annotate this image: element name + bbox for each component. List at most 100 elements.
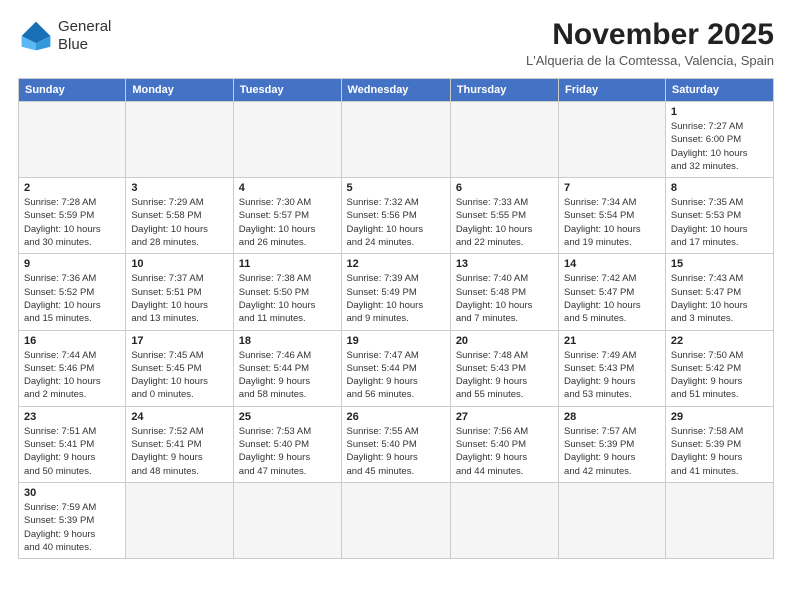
weekday-header-saturday: Saturday (665, 79, 773, 102)
weekday-header-thursday: Thursday (450, 79, 558, 102)
calendar-cell: 8Sunrise: 7:35 AM Sunset: 5:53 PM Daylig… (665, 178, 773, 254)
calendar-cell: 14 Sunrise: 7:42 AM Sunset: 5:47 PM Dayli… (559, 254, 666, 330)
day-number: 11 (239, 258, 336, 270)
day-info: Sunrise: 7:37 AM Sunset: 5:51 PM Dayligh… (131, 272, 227, 325)
day-number: 27 (456, 411, 553, 423)
day-info: Sunrise: 7:44 AM Sunset: 5:46 PM Dayligh… (24, 349, 120, 402)
calendar-cell: 26Sunrise: 7:55 AM Sunset: 5:40 PM Dayli… (341, 406, 450, 482)
day-number: 15 (671, 258, 768, 270)
calendar: SundayMondayTuesdayWednesdayThursdayFrid… (18, 78, 774, 559)
day-info: Sunrise: 7:55 AM Sunset: 5:40 PM Dayligh… (347, 425, 445, 478)
calendar-week-row: 1 Sunrise: 7:27 AM Sunset: 6:00 PM Daylig… (19, 102, 774, 178)
calendar-cell (126, 102, 233, 178)
weekday-header-tuesday: Tuesday (233, 79, 341, 102)
day-number: 13 (456, 258, 553, 270)
calendar-cell: 21Sunrise: 7:49 AM Sunset: 5:43 PM Dayli… (559, 330, 666, 406)
calendar-week-row: 16 Sunrise: 7:44 AM Sunset: 5:46 PM Dayli… (19, 330, 774, 406)
calendar-cell: 28Sunrise: 7:57 AM Sunset: 5:39 PM Dayli… (559, 406, 666, 482)
day-number: 24 (131, 411, 227, 423)
day-number: 9 (24, 258, 120, 270)
calendar-cell: 12Sunrise: 7:39 AM Sunset: 5:49 PM Dayli… (341, 254, 450, 330)
calendar-cell (559, 482, 666, 558)
day-info: Sunrise: 7:45 AM Sunset: 5:45 PM Dayligh… (131, 349, 227, 402)
title-block: November 2025 L'Alqueria de la Comtessa,… (526, 18, 774, 68)
calendar-cell: 15Sunrise: 7:43 AM Sunset: 5:47 PM Dayli… (665, 254, 773, 330)
day-number: 1 (671, 106, 768, 118)
calendar-cell: 13 Sunrise: 7:40 AM Sunset: 5:48 PM Dayli… (450, 254, 558, 330)
calendar-week-row: 2Sunrise: 7:28 AM Sunset: 5:59 PM Daylig… (19, 178, 774, 254)
day-number: 6 (456, 182, 553, 194)
calendar-cell: 11 Sunrise: 7:38 AM Sunset: 5:50 PM Dayli… (233, 254, 341, 330)
day-number: 4 (239, 182, 336, 194)
day-info: Sunrise: 7:53 AM Sunset: 5:40 PM Dayligh… (239, 425, 336, 478)
calendar-cell (126, 482, 233, 558)
header: General Blue November 2025 L'Alqueria de… (18, 18, 774, 68)
day-info: Sunrise: 7:29 AM Sunset: 5:58 PM Dayligh… (131, 196, 227, 249)
day-number: 10 (131, 258, 227, 270)
calendar-cell: 25Sunrise: 7:53 AM Sunset: 5:40 PM Dayli… (233, 406, 341, 482)
calendar-cell: 30 Sunrise: 7:59 AM Sunset: 5:39 PM Dayli… (19, 482, 126, 558)
month-title: November 2025 (526, 18, 774, 51)
logo-text: General Blue (58, 18, 111, 54)
calendar-cell: 29 Sunrise: 7:58 AM Sunset: 5:39 PM Dayli… (665, 406, 773, 482)
day-info: Sunrise: 7:56 AM Sunset: 5:40 PM Dayligh… (456, 425, 553, 478)
day-number: 19 (347, 335, 445, 347)
calendar-cell (450, 102, 558, 178)
day-info: Sunrise: 7:46 AM Sunset: 5:44 PM Dayligh… (239, 349, 336, 402)
day-info: Sunrise: 7:42 AM Sunset: 5:47 PM Dayligh… (564, 272, 660, 325)
calendar-cell: 4 Sunrise: 7:30 AM Sunset: 5:57 PM Daylig… (233, 178, 341, 254)
calendar-cell: 3Sunrise: 7:29 AM Sunset: 5:58 PM Daylig… (126, 178, 233, 254)
weekday-header-friday: Friday (559, 79, 666, 102)
day-number: 21 (564, 335, 660, 347)
weekday-header-wednesday: Wednesday (341, 79, 450, 102)
day-number: 16 (24, 335, 120, 347)
weekday-header-row: SundayMondayTuesdayWednesdayThursdayFrid… (19, 79, 774, 102)
calendar-cell (233, 102, 341, 178)
calendar-cell (19, 102, 126, 178)
calendar-cell: 16 Sunrise: 7:44 AM Sunset: 5:46 PM Dayli… (19, 330, 126, 406)
calendar-cell (665, 482, 773, 558)
location: L'Alqueria de la Comtessa, Valencia, Spa… (526, 53, 774, 68)
day-info: Sunrise: 7:47 AM Sunset: 5:44 PM Dayligh… (347, 349, 445, 402)
logo-line1: General (58, 18, 111, 36)
day-number: 17 (131, 335, 227, 347)
day-number: 23 (24, 411, 120, 423)
day-info: Sunrise: 7:52 AM Sunset: 5:41 PM Dayligh… (131, 425, 227, 478)
calendar-cell (559, 102, 666, 178)
day-info: Sunrise: 7:33 AM Sunset: 5:55 PM Dayligh… (456, 196, 553, 249)
day-number: 8 (671, 182, 768, 194)
calendar-cell: 23Sunrise: 7:51 AM Sunset: 5:41 PM Dayli… (19, 406, 126, 482)
calendar-cell: 9Sunrise: 7:36 AM Sunset: 5:52 PM Daylig… (19, 254, 126, 330)
day-info: Sunrise: 7:30 AM Sunset: 5:57 PM Dayligh… (239, 196, 336, 249)
calendar-week-row: 23Sunrise: 7:51 AM Sunset: 5:41 PM Dayli… (19, 406, 774, 482)
calendar-cell: 10 Sunrise: 7:37 AM Sunset: 5:51 PM Dayli… (126, 254, 233, 330)
day-info: Sunrise: 7:38 AM Sunset: 5:50 PM Dayligh… (239, 272, 336, 325)
day-number: 22 (671, 335, 768, 347)
day-info: Sunrise: 7:28 AM Sunset: 5:59 PM Dayligh… (24, 196, 120, 249)
day-info: Sunrise: 7:40 AM Sunset: 5:48 PM Dayligh… (456, 272, 553, 325)
logo-line2: Blue (58, 36, 111, 54)
day-info: Sunrise: 7:27 AM Sunset: 6:00 PM Dayligh… (671, 120, 768, 173)
weekday-header-sunday: Sunday (19, 79, 126, 102)
day-info: Sunrise: 7:32 AM Sunset: 5:56 PM Dayligh… (347, 196, 445, 249)
day-info: Sunrise: 7:34 AM Sunset: 5:54 PM Dayligh… (564, 196, 660, 249)
calendar-cell: 27 Sunrise: 7:56 AM Sunset: 5:40 PM Dayli… (450, 406, 558, 482)
day-number: 14 (564, 258, 660, 270)
weekday-header-monday: Monday (126, 79, 233, 102)
calendar-cell: 17 Sunrise: 7:45 AM Sunset: 5:45 PM Dayli… (126, 330, 233, 406)
day-number: 30 (24, 487, 120, 499)
day-number: 20 (456, 335, 553, 347)
day-number: 5 (347, 182, 445, 194)
day-info: Sunrise: 7:59 AM Sunset: 5:39 PM Dayligh… (24, 501, 120, 554)
calendar-cell: 18Sunrise: 7:46 AM Sunset: 5:44 PM Dayli… (233, 330, 341, 406)
day-number: 29 (671, 411, 768, 423)
calendar-cell (233, 482, 341, 558)
calendar-cell: 19 Sunrise: 7:47 AM Sunset: 5:44 PM Dayli… (341, 330, 450, 406)
calendar-cell: 2Sunrise: 7:28 AM Sunset: 5:59 PM Daylig… (19, 178, 126, 254)
calendar-cell: 6 Sunrise: 7:33 AM Sunset: 5:55 PM Daylig… (450, 178, 558, 254)
day-info: Sunrise: 7:58 AM Sunset: 5:39 PM Dayligh… (671, 425, 768, 478)
calendar-week-row: 30 Sunrise: 7:59 AM Sunset: 5:39 PM Dayli… (19, 482, 774, 558)
calendar-cell: 20Sunrise: 7:48 AM Sunset: 5:43 PM Dayli… (450, 330, 558, 406)
calendar-cell: 24 Sunrise: 7:52 AM Sunset: 5:41 PM Dayli… (126, 406, 233, 482)
day-number: 7 (564, 182, 660, 194)
